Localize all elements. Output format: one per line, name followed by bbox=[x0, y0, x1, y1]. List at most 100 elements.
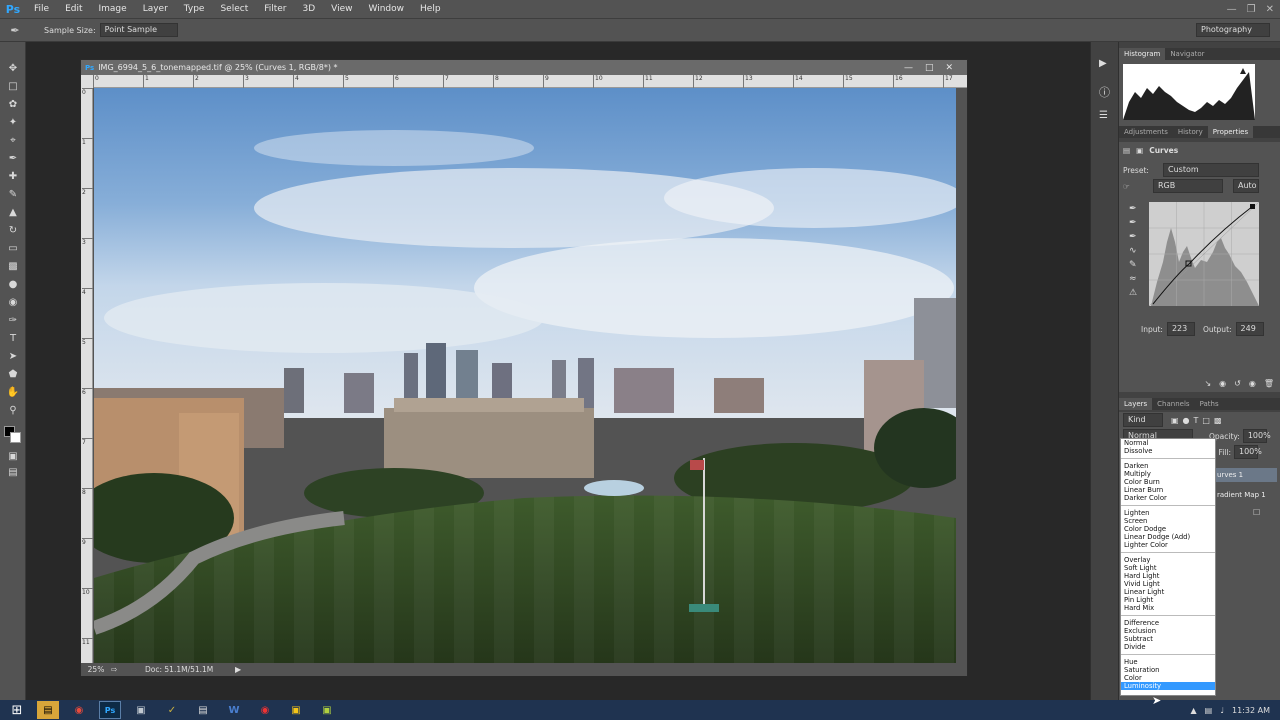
blend-color[interactable]: Color bbox=[1121, 674, 1215, 682]
blend-linear-dodge[interactable]: Linear Dodge (Add) bbox=[1121, 533, 1215, 541]
blend-hard-mix[interactable]: Hard Mix bbox=[1121, 604, 1215, 612]
minimize-icon[interactable]: — bbox=[1227, 4, 1237, 15]
menu-select[interactable]: Select bbox=[212, 0, 256, 18]
tab-navigator[interactable]: Navigator bbox=[1165, 48, 1209, 60]
app-icon-10[interactable]: ▣ bbox=[316, 701, 338, 719]
layer-filter-icons[interactable]: ▣●T□▩ bbox=[1171, 416, 1226, 425]
status-menu-arrow-icon[interactable]: ▶ bbox=[235, 665, 241, 674]
pen-tool-icon[interactable]: ✑ bbox=[5, 314, 21, 328]
blend-hard-light[interactable]: Hard Light bbox=[1121, 572, 1215, 580]
brush-tool-icon[interactable]: ✎ bbox=[5, 188, 21, 202]
output-field[interactable]: 249 bbox=[1235, 322, 1264, 336]
smooth-curve-icon[interactable]: ≈ bbox=[1129, 274, 1141, 284]
menu-3d[interactable]: 3D bbox=[295, 0, 324, 18]
word-icon[interactable]: W bbox=[223, 701, 245, 719]
mask-icon[interactable]: ▣ bbox=[1136, 146, 1143, 155]
blend-soft-light[interactable]: Soft Light bbox=[1121, 564, 1215, 572]
blend-saturation[interactable]: Saturation bbox=[1121, 666, 1215, 674]
crop-tool-icon[interactable]: ⌖ bbox=[5, 134, 21, 148]
preset-dropdown[interactable]: Custom bbox=[1163, 163, 1259, 177]
ruler-corner[interactable] bbox=[81, 75, 93, 88]
doc-minimize-icon[interactable]: — bbox=[904, 63, 913, 73]
ruler-horizontal[interactable]: 0 1 2 3 4 5 6 7 8 9 10 11 12 13 14 15 16 17 bbox=[93, 75, 967, 88]
chrome-icon[interactable]: ◉ bbox=[68, 701, 90, 719]
fill-field[interactable]: 100% bbox=[1234, 445, 1262, 459]
blend-luminosity[interactable]: Luminosity bbox=[1121, 682, 1215, 690]
restore-icon[interactable]: ❐ bbox=[1247, 4, 1256, 15]
gray-point-eyedropper-icon[interactable]: ✒ bbox=[1129, 218, 1141, 228]
path-selection-tool-icon[interactable]: ➤ bbox=[5, 350, 21, 364]
history-brush-tool-icon[interactable]: ↻ bbox=[5, 224, 21, 238]
export-icon[interactable]: ⇨ bbox=[111, 665, 145, 674]
white-point-eyedropper-icon[interactable]: ✒ bbox=[1129, 232, 1141, 242]
menu-filter[interactable]: Filter bbox=[256, 0, 294, 18]
document-titlebar[interactable]: Ps IMG_6994_5_6_tonemapped.tif @ 25% (Cu… bbox=[81, 60, 967, 75]
visibility-icon[interactable]: ◉ bbox=[1249, 379, 1256, 388]
network-icon[interactable]: ▤ bbox=[1205, 706, 1213, 715]
photoshop-taskbar-icon[interactable]: Ps bbox=[99, 701, 121, 719]
menu-type[interactable]: Type bbox=[176, 0, 213, 18]
tab-paths[interactable]: Paths bbox=[1195, 398, 1224, 410]
ruler-vertical[interactable]: 0 1 2 3 4 5 6 7 8 9 10 11 bbox=[81, 88, 93, 663]
doc-close-icon[interactable]: ✕ bbox=[945, 63, 953, 73]
blend-multiply[interactable]: Multiply bbox=[1121, 470, 1215, 478]
file-explorer-icon[interactable]: ▤ bbox=[37, 701, 59, 719]
play-action-icon[interactable]: ▶ bbox=[1099, 58, 1107, 69]
clipping-warning-icon[interactable]: ⚠ bbox=[1129, 288, 1141, 298]
blend-hue[interactable]: Hue bbox=[1121, 658, 1215, 666]
layer-gradient-map-1[interactable]: radient Map 1 bbox=[1215, 488, 1277, 502]
move-tool-icon[interactable]: ✥ bbox=[5, 62, 21, 76]
lasso-tool-icon[interactable]: ✿ bbox=[5, 98, 21, 112]
channel-dropdown[interactable]: RGB bbox=[1153, 179, 1223, 193]
notepad-icon[interactable]: ▤ bbox=[192, 701, 214, 719]
opacity-field[interactable]: 100% bbox=[1242, 429, 1271, 443]
shape-tool-icon[interactable]: ⬟ bbox=[5, 368, 21, 382]
dodge-tool-icon[interactable]: ◉ bbox=[5, 296, 21, 310]
blend-lighten[interactable]: Lighten bbox=[1121, 509, 1215, 517]
app-icon-5[interactable]: ✓ bbox=[161, 701, 183, 719]
menu-layer[interactable]: Layer bbox=[135, 0, 176, 18]
blend-vivid-light[interactable]: Vivid Light bbox=[1121, 580, 1215, 588]
blend-darken[interactable]: Darken bbox=[1121, 462, 1215, 470]
blend-linear-burn[interactable]: Linear Burn bbox=[1121, 486, 1215, 494]
gradient-tool-icon[interactable]: ▩ bbox=[5, 260, 21, 274]
reset-icon[interactable]: ↺ bbox=[1234, 379, 1241, 388]
blend-overlay[interactable]: Overlay bbox=[1121, 556, 1215, 564]
input-field[interactable]: 223 bbox=[1166, 322, 1195, 336]
blend-pin-light[interactable]: Pin Light bbox=[1121, 596, 1215, 604]
background-color-swatch[interactable] bbox=[10, 432, 21, 443]
image-canvas[interactable] bbox=[94, 88, 956, 664]
paragraph-icon[interactable]: ☰ bbox=[1099, 110, 1108, 121]
layer-kind-filter[interactable]: Kind bbox=[1123, 413, 1163, 427]
doc-maximize-icon[interactable]: □ bbox=[925, 63, 934, 73]
on-image-adjust-icon[interactable]: ☞ bbox=[1123, 182, 1153, 191]
menu-edit[interactable]: Edit bbox=[57, 0, 90, 18]
start-button-icon[interactable]: ⊞ bbox=[6, 701, 28, 719]
tab-layers[interactable]: Layers bbox=[1119, 398, 1153, 410]
tab-histogram[interactable]: Histogram bbox=[1119, 48, 1166, 60]
blend-linear-light[interactable]: Linear Light bbox=[1121, 588, 1215, 596]
auto-button[interactable]: Auto bbox=[1233, 179, 1259, 193]
blend-divide[interactable]: Divide bbox=[1121, 643, 1215, 651]
clone-stamp-tool-icon[interactable]: ▲ bbox=[5, 206, 21, 220]
curves-graph[interactable] bbox=[1149, 202, 1261, 310]
taskbar-clock[interactable]: 11:32 AM bbox=[1232, 706, 1270, 715]
menu-view[interactable]: View bbox=[323, 0, 360, 18]
zoom-tool-icon[interactable]: ⚲ bbox=[5, 404, 21, 418]
tab-channels[interactable]: Channels bbox=[1152, 398, 1194, 410]
menu-file[interactable]: File bbox=[26, 0, 57, 18]
blend-color-dodge[interactable]: Color Dodge bbox=[1121, 525, 1215, 533]
layer-curves-1[interactable]: urves 1 bbox=[1215, 468, 1277, 482]
workspace-switcher[interactable]: Photography bbox=[1196, 23, 1270, 37]
blend-lighter-color[interactable]: Lighter Color bbox=[1121, 541, 1215, 549]
blend-darker-color[interactable]: Darker Color bbox=[1121, 494, 1215, 502]
hand-tool-icon[interactable]: ✋ bbox=[5, 386, 21, 400]
blend-color-burn[interactable]: Color Burn bbox=[1121, 478, 1215, 486]
view-previous-icon[interactable]: ◉ bbox=[1219, 379, 1226, 388]
tray-arrow-icon[interactable]: ▲ bbox=[1191, 706, 1197, 715]
eyedropper-tool-preset-icon[interactable]: ✒ bbox=[0, 24, 30, 37]
curve-point-tool-icon[interactable]: ∿ bbox=[1129, 246, 1141, 256]
app-icon-4[interactable]: ▣ bbox=[130, 701, 152, 719]
tab-history[interactable]: History bbox=[1173, 126, 1208, 138]
black-point-eyedropper-icon[interactable]: ✒ bbox=[1129, 204, 1141, 214]
